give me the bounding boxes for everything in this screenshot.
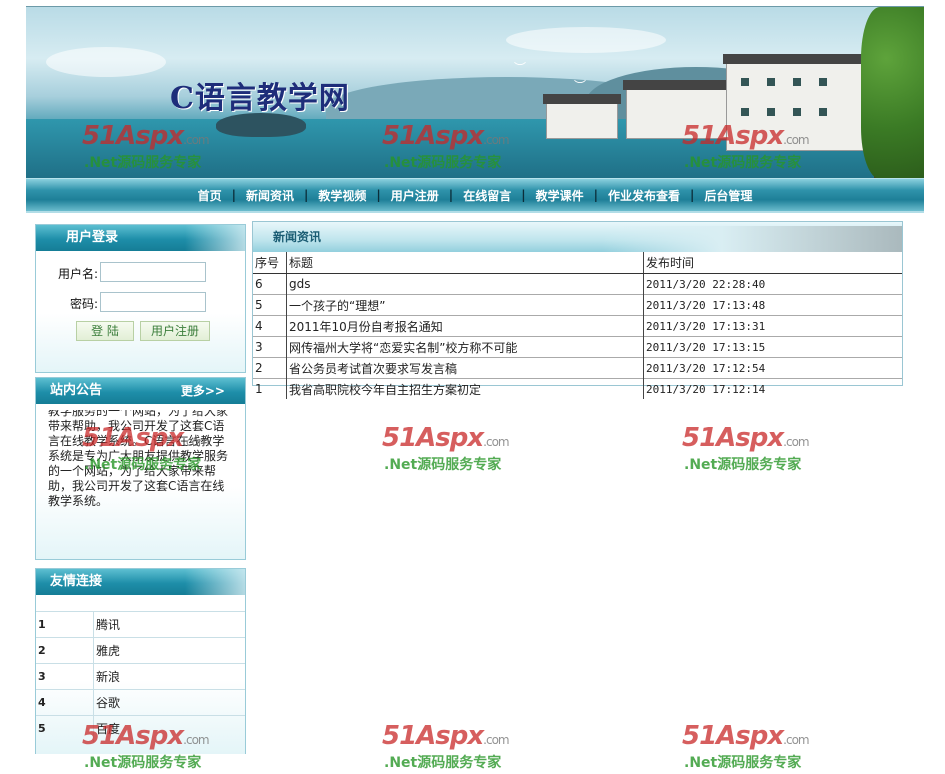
watermark-slogan: .Net源码服务专家 xyxy=(384,457,502,473)
news-id: 6 xyxy=(253,273,287,295)
news-panel: 新闻资讯 序号 标题 发布时间 6 gds 2011/3/20 22:28:40 5 一… xyxy=(252,221,903,399)
news-time: 2011/3/20 17:13:48 xyxy=(643,294,902,316)
link-row: 2 雅虎 xyxy=(36,637,246,664)
news-id: 5 xyxy=(253,294,287,316)
links-table: 1 腾讯 2 雅虎 3 新浪 4 谷歌 5 百度 xyxy=(36,611,245,742)
link-name[interactable]: 谷歌 xyxy=(94,690,246,716)
nav-item-2[interactable]: 新闻资讯 xyxy=(236,187,304,204)
watermark-slogan: .Net源码服务专家 xyxy=(384,755,502,771)
bird-icon: ︶ xyxy=(514,61,527,75)
watermark-logo: 51Aspx.com .Net源码服务专家 xyxy=(682,722,832,774)
link-name[interactable]: 腾讯 xyxy=(94,612,246,638)
news-panel-header: 新闻资讯 xyxy=(253,222,902,252)
watermark-domain: .com xyxy=(783,733,809,747)
bird-icon: ︶ xyxy=(574,79,587,93)
news-row[interactable]: 3 网传福州大学将“恋爱实名制”校方称不可能 2011/3/20 17:13:15 xyxy=(253,336,902,358)
notice-marquee: 教学服务的一个网站，为了给大家带来帮助，我公司开发了这套C语言在线教学系统。C语… xyxy=(48,410,234,520)
login-title: 用户登录 xyxy=(66,230,119,245)
main-nav: 首页 | 新闻资讯 | 教学视频 | 用户注册 | 在线留言 | 教学课件 | 作业发布查看 | 后台管理 xyxy=(26,178,924,213)
nav-item-4[interactable]: 用户注册 xyxy=(381,187,449,204)
col-header-title: 标题 xyxy=(286,252,644,274)
news-time: 2011/3/20 17:13:31 xyxy=(643,315,902,337)
link-index: 4 xyxy=(36,689,94,716)
news-id: 1 xyxy=(253,378,287,399)
news-title-link[interactable]: 网传福州大学将“恋爱实名制”校方称不可能 xyxy=(286,336,644,358)
nav-item-7[interactable]: 作业发布查看 xyxy=(598,187,690,204)
news-title-link[interactable]: 2011年10月份自考报名通知 xyxy=(286,315,644,337)
news-title: 新闻资讯 xyxy=(273,230,322,244)
news-id: 4 xyxy=(253,315,287,337)
nav-item-1[interactable]: 首页 xyxy=(188,187,232,204)
watermark-brand: 51Aspx xyxy=(382,721,484,751)
nav-item-5[interactable]: 在线留言 xyxy=(453,187,521,204)
link-index: 5 xyxy=(36,715,94,742)
news-row[interactable]: 5 一个孩子的“理想” 2011/3/20 17:13:48 xyxy=(253,294,902,316)
news-table: 序号 标题 发布时间 6 gds 2011/3/20 22:28:40 5 一个孩子的“… xyxy=(253,252,902,399)
nav-item-8[interactable]: 后台管理 xyxy=(694,187,762,204)
watermark-slogan: .Net源码服务专家 xyxy=(684,755,802,771)
news-id: 2 xyxy=(253,357,287,379)
header-banner: ︶ ︶ C语言教学网 xyxy=(26,6,924,179)
watermark-logo: 51Aspx.com .Net源码服务专家 xyxy=(382,424,532,476)
news-row[interactable]: 2 省公务员考试首次要求写发言稿 2011/3/20 17:12:54 xyxy=(253,357,902,379)
news-id: 3 xyxy=(253,336,287,358)
password-input[interactable] xyxy=(100,292,206,312)
nav-item-3[interactable]: 教学视频 xyxy=(308,187,376,204)
news-title-link[interactable]: 省公务员考试首次要求写发言稿 xyxy=(286,357,644,379)
col-header-index: 序号 xyxy=(253,252,287,274)
watermark-domain: .com xyxy=(483,435,509,449)
link-row: 4 谷歌 xyxy=(36,689,246,716)
nav-item-6[interactable]: 教学课件 xyxy=(526,187,594,204)
col-header-time: 发布时间 xyxy=(643,252,902,274)
links-panel-header: 友情连接 xyxy=(36,569,245,595)
link-index: 1 xyxy=(36,611,94,638)
links-panel: 友情连接 1 腾讯 2 雅虎 3 新浪 4 谷歌 5 百度 xyxy=(35,568,246,754)
username-label: 用户名: xyxy=(57,267,98,281)
link-row: 1 腾讯 xyxy=(36,611,246,638)
watermark-domain: .com xyxy=(483,733,509,747)
username-input[interactable] xyxy=(100,262,206,282)
link-index: 2 xyxy=(36,637,94,664)
news-row[interactable]: 6 gds 2011/3/20 22:28:40 xyxy=(253,273,902,295)
link-row: 3 新浪 xyxy=(36,663,246,690)
watermark-brand: 51Aspx xyxy=(682,721,784,751)
notice-text: 教学服务的一个网站，为了给大家带来帮助，我公司开发了这套C语言在线教学系统。C语… xyxy=(48,410,229,508)
news-row[interactable]: 4 2011年10月份自考报名通知 2011/3/20 17:13:31 xyxy=(253,315,902,337)
news-time: 2011/3/20 17:12:54 xyxy=(643,357,902,379)
register-button[interactable]: 用户注册 xyxy=(140,321,210,341)
news-time: 2011/3/20 22:28:40 xyxy=(643,273,902,295)
link-name[interactable]: 雅虎 xyxy=(94,638,246,664)
news-row[interactable]: 1 我省高职院校今年自主招生方案初定 2011/3/20 17:12:14 xyxy=(253,378,902,399)
password-label: 密码: xyxy=(69,297,98,311)
notice-panel: 站内公告 更多>> 教学服务的一个网站，为了给大家带来帮助，我公司开发了这套C语… xyxy=(35,377,246,560)
notice-more-link[interactable]: 更多>> xyxy=(181,378,225,404)
watermark-slogan: .Net源码服务专家 xyxy=(84,755,202,771)
watermark-brand: 51Aspx xyxy=(382,423,484,453)
notice-panel-header: 站内公告 更多>> xyxy=(36,378,245,404)
site-title: C语言教学网 xyxy=(170,81,350,116)
watermark-slogan: .Net源码服务专家 xyxy=(684,457,802,473)
news-time: 2011/3/20 17:12:14 xyxy=(643,378,902,399)
watermark-logo: 51Aspx.com .Net源码服务专家 xyxy=(382,722,532,774)
watermark-domain: .com xyxy=(783,435,809,449)
link-name[interactable]: 新浪 xyxy=(94,664,246,690)
news-time: 2011/3/20 17:13:15 xyxy=(643,336,902,358)
news-title-link[interactable]: gds xyxy=(286,273,644,295)
link-index: 3 xyxy=(36,663,94,690)
news-title-link[interactable]: 一个孩子的“理想” xyxy=(286,294,644,316)
login-panel-header: 用户登录 xyxy=(36,225,245,251)
login-panel: 用户登录 用户名: 密码: 登 陆 用户注册 xyxy=(35,224,246,373)
watermark-brand: 51Aspx xyxy=(682,423,784,453)
news-title-link[interactable]: 我省高职院校今年自主招生方案初定 xyxy=(286,378,644,399)
notice-title: 站内公告 xyxy=(50,383,103,398)
link-row: 5 百度 xyxy=(36,715,246,742)
login-button[interactable]: 登 陆 xyxy=(76,321,134,341)
link-name[interactable]: 百度 xyxy=(94,716,246,742)
watermark-logo: 51Aspx.com .Net源码服务专家 xyxy=(682,424,832,476)
links-title: 友情连接 xyxy=(50,574,103,589)
